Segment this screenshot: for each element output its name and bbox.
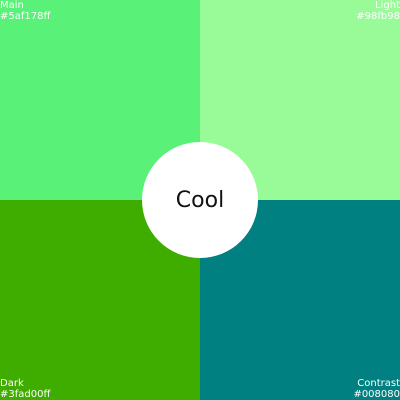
- swatch-light-hex: #98fb98: [356, 11, 400, 22]
- center-label: Cool: [175, 187, 225, 213]
- swatch-dark-name: Dark: [0, 378, 24, 389]
- swatch-main-label: Main #5af178ff: [0, 0, 50, 22]
- swatch-main-hex: #5af178ff: [0, 11, 51, 22]
- swatch-contrast-name: Contrast: [357, 378, 400, 389]
- palette-grid: Main #5af178ff Light #98fb98 Dark #3fad0…: [0, 0, 400, 400]
- swatch-contrast-label: Contrast #008080: [353, 378, 400, 400]
- swatch-contrast-hex: #008080: [353, 389, 400, 400]
- swatch-light-label: Light #98fb98: [356, 0, 400, 22]
- center-badge: Cool: [142, 142, 258, 258]
- swatch-dark-label: Dark #3fad00ff: [0, 378, 50, 400]
- swatch-light-name: Light: [375, 0, 400, 11]
- swatch-main-name: Main: [0, 0, 24, 11]
- swatch-dark-hex: #3fad00ff: [0, 389, 51, 400]
